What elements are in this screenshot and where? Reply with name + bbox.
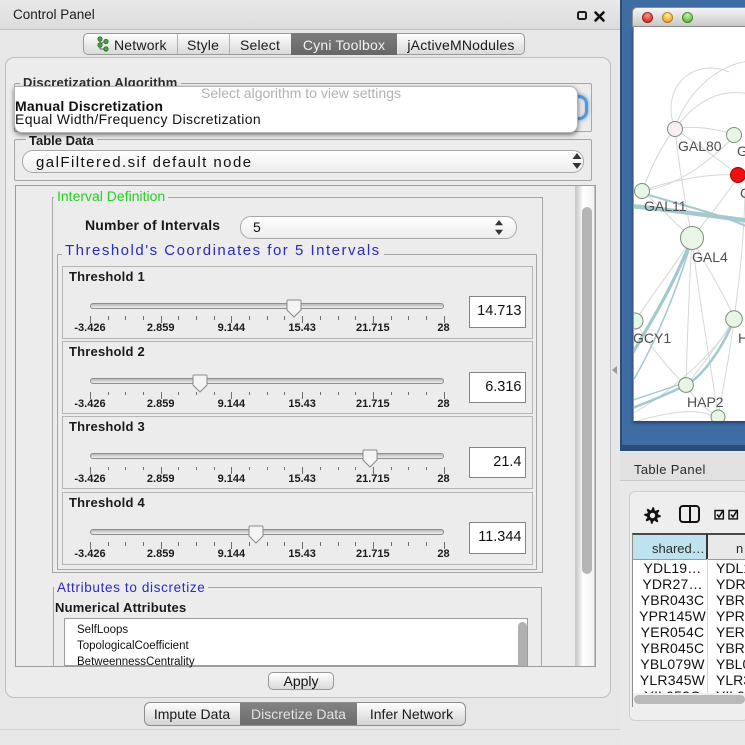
svg-text:HAP2: HAP2 [687,394,724,410]
svg-text:GAL80: GAL80 [678,138,722,154]
svg-text:H: H [738,330,745,346]
svg-text:GAL4: GAL4 [692,249,728,265]
svg-text:GA: GA [737,143,745,159]
svg-text:C: C [740,185,745,201]
svg-text:GAL11: GAL11 [644,198,687,214]
svg-text:GCY1: GCY1 [633,330,671,346]
